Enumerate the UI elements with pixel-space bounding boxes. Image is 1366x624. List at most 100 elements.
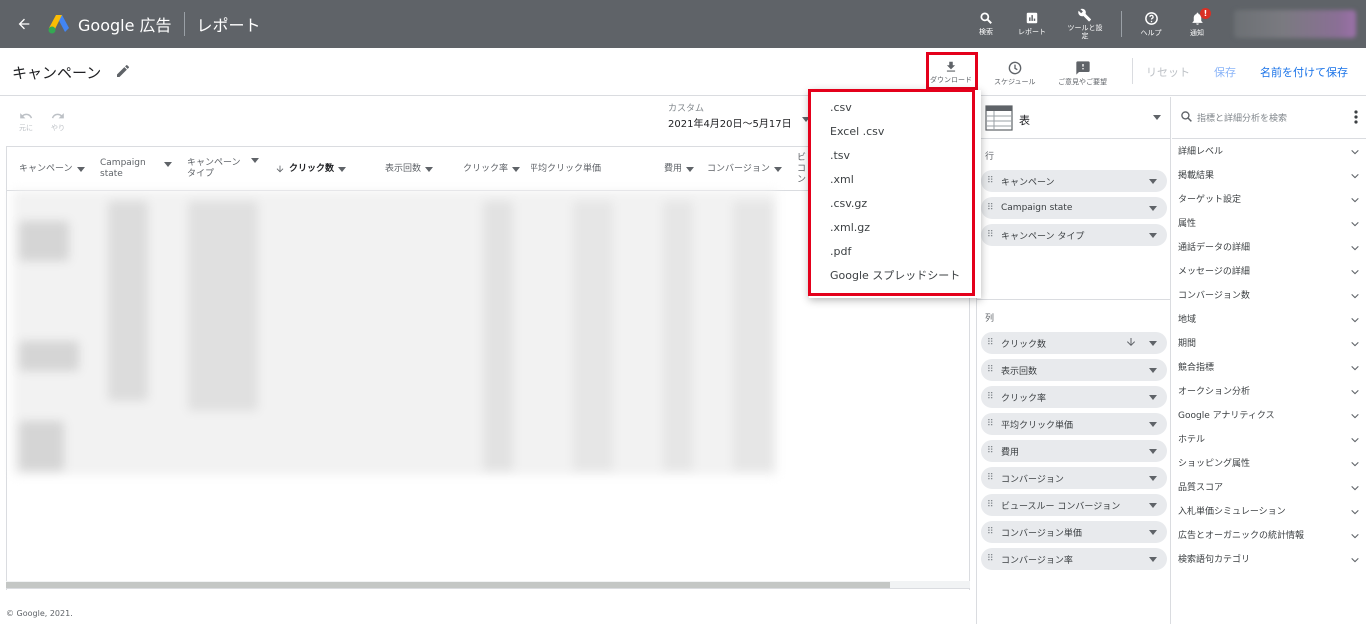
metric-category[interactable]: 詳細レベル (1178, 140, 1364, 164)
help-button[interactable]: ヘルプ (1128, 0, 1174, 48)
column-chip[interactable]: ⠿ クリック数 (981, 332, 1167, 354)
more-vert-icon[interactable] (1354, 110, 1358, 124)
column-header-clicks[interactable]: クリック数 (275, 147, 347, 191)
drag-handle-icon[interactable]: ⠿ (987, 176, 1001, 186)
metric-category[interactable]: 広告とオーガニックの統計情報 (1178, 524, 1364, 548)
column-header-campaign-type[interactable]: キャンペーン タイプ (187, 147, 271, 191)
chip-menu-icon[interactable] (1149, 233, 1157, 238)
column-chip[interactable]: ⠿ コンバージョン率 (981, 548, 1167, 570)
redo-label: やり (51, 124, 65, 132)
download-google-sheets-option[interactable]: Google スプレッドシート (809, 264, 981, 288)
chip-menu-icon[interactable] (1149, 368, 1157, 373)
metric-category[interactable]: 競合指標 (1178, 356, 1364, 380)
column-chip[interactable]: ⠿ クリック率 (981, 386, 1167, 408)
metric-category-label: ホテル (1178, 435, 1206, 445)
metric-category[interactable]: メッセージの詳細 (1178, 260, 1364, 284)
metrics-search[interactable]: 指標と詳細分析を検索 (1172, 97, 1366, 139)
notifications-button[interactable]: ! 通知 (1174, 0, 1220, 48)
download-xml-option[interactable]: .xml (809, 168, 981, 192)
metric-category[interactable]: 地域 (1178, 308, 1364, 332)
chip-menu-icon[interactable] (1149, 206, 1157, 211)
metric-category[interactable]: ホテル (1178, 428, 1364, 452)
column-chip[interactable]: ⠿ 平均クリック単価 (981, 413, 1167, 435)
chip-menu-icon[interactable] (1149, 395, 1157, 400)
download-csv-gz-option[interactable]: .csv.gz (809, 192, 981, 216)
download-xml-gz-option[interactable]: .xml.gz (809, 216, 981, 240)
drag-handle-icon[interactable]: ⠿ (987, 554, 1001, 564)
save-button[interactable]: 保存 (1214, 64, 1236, 80)
metric-category[interactable]: Google アナリティクス (1178, 404, 1364, 428)
drag-handle-icon[interactable]: ⠿ (987, 365, 1001, 375)
download-csv-option[interactable]: .csv (809, 96, 981, 120)
metric-category[interactable]: 掲載結果 (1178, 164, 1364, 188)
column-header-conversions[interactable]: コンバージョン (707, 147, 782, 191)
metric-category[interactable]: 属性 (1178, 212, 1364, 236)
metric-category[interactable]: ターゲット設定 (1178, 188, 1364, 212)
metric-category[interactable]: ショッピング属性 (1178, 452, 1364, 476)
metric-category[interactable]: コンバージョン数 (1178, 284, 1364, 308)
logo-text: Google 広告 (78, 16, 172, 35)
horizontal-scrollbar[interactable] (6, 581, 970, 589)
column-header-ctr[interactable]: クリック率 (463, 147, 521, 191)
metric-category[interactable]: 検索語句カテゴリ (1178, 548, 1364, 572)
row-chip[interactable]: ⠿ キャンペーン (981, 170, 1167, 192)
back-arrow-button[interactable] (0, 0, 48, 48)
column-header-campaign[interactable]: キャンペーン (19, 147, 85, 191)
metric-category[interactable]: 期間 (1178, 332, 1364, 356)
column-chip[interactable]: ⠿ 表示回数 (981, 359, 1167, 381)
row-chip[interactable]: ⠿ キャンペーン タイプ (981, 224, 1167, 246)
drag-handle-icon[interactable]: ⠿ (987, 203, 1001, 213)
drag-handle-icon[interactable]: ⠿ (987, 473, 1001, 483)
date-range-value[interactable]: 2021年4月20日～5月17日 (668, 115, 792, 130)
edit-pencil-icon[interactable] (115, 63, 131, 79)
metric-category[interactable]: 入札単価シミュレーション (1178, 500, 1364, 524)
save-as-button[interactable]: 名前を付けて保存 (1260, 64, 1348, 80)
chip-menu-icon[interactable] (1149, 179, 1157, 184)
search-icon (980, 12, 992, 24)
row-chip[interactable]: ⠿ Campaign state (981, 197, 1167, 219)
search-button[interactable]: 検索 (963, 0, 1009, 48)
drag-handle-icon[interactable]: ⠿ (987, 500, 1001, 510)
metric-category[interactable]: オークション分析 (1178, 380, 1364, 404)
column-header-avg-cpc[interactable]: 平均クリック単価 (531, 147, 601, 191)
column-chip[interactable]: ⠿ コンバージョン単価 (981, 521, 1167, 543)
download-pdf-option[interactable]: .pdf (809, 240, 981, 264)
chip-menu-icon[interactable] (1149, 557, 1157, 562)
visualization-selector[interactable]: 表 (977, 97, 1171, 139)
schedule-button[interactable]: スケジュール (994, 60, 1036, 87)
search-icon (1181, 111, 1192, 122)
feedback-button[interactable]: ご意見やご要望 (1058, 60, 1107, 87)
column-chip[interactable]: ⠿ コンバージョン (981, 467, 1167, 489)
drag-handle-icon[interactable]: ⠿ (987, 230, 1001, 240)
reports-button[interactable]: レポート (1009, 0, 1055, 48)
column-header-campaign-state[interactable]: Campaign state (100, 147, 180, 191)
chip-menu-icon[interactable] (1149, 449, 1157, 454)
metric-category[interactable]: 通話データの詳細 (1178, 236, 1364, 260)
column-header-cost[interactable]: 費用 (664, 147, 695, 191)
metric-category[interactable]: 品質スコア (1178, 476, 1364, 500)
drag-handle-icon[interactable]: ⠿ (987, 419, 1001, 429)
chip-menu-icon[interactable] (1149, 422, 1157, 427)
sort-desc-icon[interactable] (1125, 336, 1137, 348)
download-excel-csv-option[interactable]: Excel .csv (809, 120, 981, 144)
reset-button[interactable]: リセット (1146, 64, 1190, 80)
column-chip[interactable]: ⠿ 費用 (981, 440, 1167, 462)
drag-handle-icon[interactable]: ⠿ (987, 392, 1001, 402)
chip-menu-icon[interactable] (1149, 341, 1157, 346)
download-tsv-option[interactable]: .tsv (809, 144, 981, 168)
drag-handle-icon[interactable]: ⠿ (987, 527, 1001, 537)
drag-handle-icon[interactable]: ⠿ (987, 446, 1001, 456)
google-ads-logo[interactable]: Google 広告 (48, 12, 172, 36)
undo-button[interactable]: 元に (18, 109, 34, 133)
account-info[interactable] (1234, 10, 1356, 38)
blurred-cell (19, 341, 79, 371)
scrollbar-thumb[interactable] (6, 582, 890, 588)
chip-menu-icon[interactable] (1149, 476, 1157, 481)
redo-button[interactable]: やり (50, 109, 66, 133)
tools-settings-button[interactable]: ツールと設定 (1055, 0, 1115, 48)
column-header-impressions[interactable]: 表示回数 (385, 147, 434, 191)
chip-menu-icon[interactable] (1149, 503, 1157, 508)
column-chip[interactable]: ⠿ ビュースルー コンバージョン (981, 494, 1167, 516)
chip-menu-icon[interactable] (1149, 530, 1157, 535)
drag-handle-icon[interactable]: ⠿ (987, 338, 1001, 348)
